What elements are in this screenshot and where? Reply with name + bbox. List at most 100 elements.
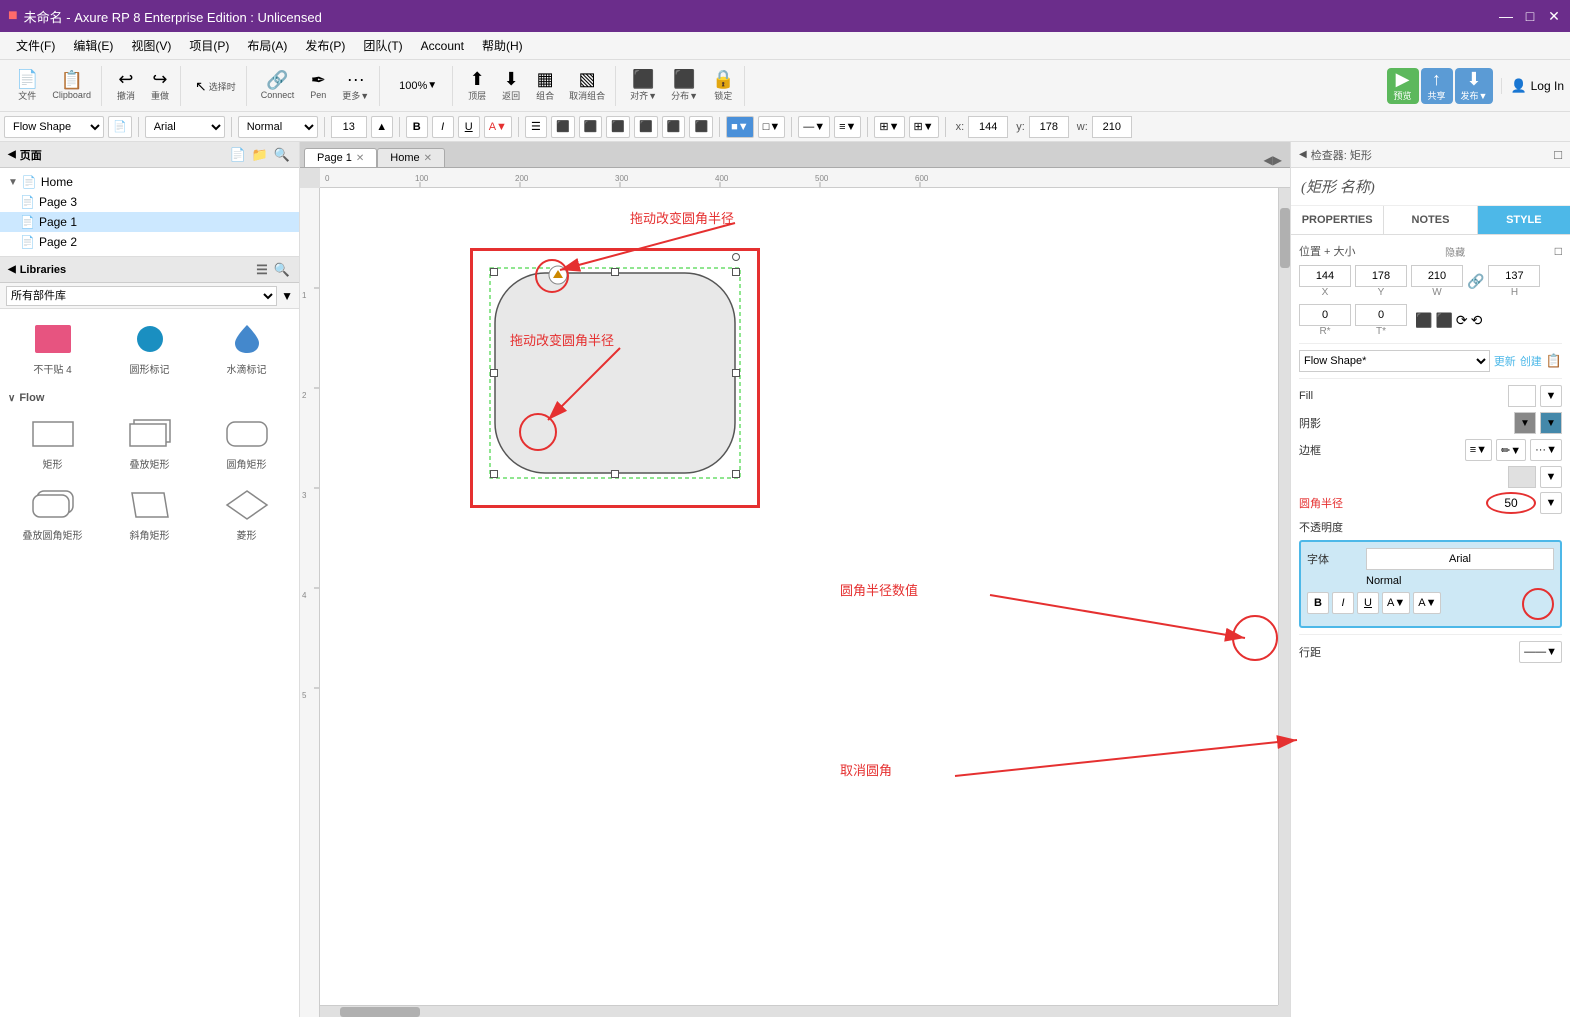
font-name-input[interactable]: [1366, 548, 1554, 570]
lock-button[interactable]: 🔒 锁定: [706, 68, 740, 104]
connect-button[interactable]: 🔗 Connect: [255, 68, 301, 104]
top-button[interactable]: ⬆ 顶层: [461, 68, 493, 104]
inspector-x-input[interactable]: [1299, 265, 1351, 287]
hide-toggle[interactable]: □: [1555, 244, 1562, 258]
inspector-r-input[interactable]: [1299, 304, 1351, 326]
canvas-tab-home[interactable]: Home ✕: [377, 148, 445, 167]
font-size-up[interactable]: ▲: [371, 116, 393, 138]
canvas-nav-btn[interactable]: ◀▶: [1264, 153, 1282, 167]
font-underline-btn[interactable]: U: [1357, 592, 1379, 614]
align-justify-btn[interactable]: ⬛: [634, 116, 658, 138]
inspector-h-input[interactable]: [1488, 265, 1540, 287]
menu-team[interactable]: 团队(T): [355, 34, 410, 57]
w-coord-input[interactable]: [1092, 116, 1132, 138]
inspector-t-input[interactable]: [1355, 304, 1407, 326]
inspector-y-input[interactable]: [1355, 265, 1407, 287]
flow-collapse-icon[interactable]: ∨: [8, 393, 15, 404]
lib-dropdown[interactable]: 所有部件库: [6, 286, 277, 306]
ungroup-button[interactable]: ▧ 取消组合: [563, 68, 611, 104]
lib-item-stack-round-rect[interactable]: 叠放圆角矩形: [8, 483, 97, 546]
menu-project[interactable]: 项目(P): [181, 34, 237, 57]
fill-swatch[interactable]: [1508, 385, 1536, 407]
lib-item-sticky[interactable]: 不干贴 4: [8, 317, 97, 380]
flip-v-icon[interactable]: ⬛: [1435, 312, 1452, 329]
menu-account[interactable]: Account: [413, 36, 472, 56]
clipboard-button[interactable]: 📋 Clipboard: [46, 68, 97, 104]
align-v-btn[interactable]: ⬛: [662, 116, 686, 138]
tab-properties[interactable]: PROPERTIES: [1291, 206, 1384, 234]
select-button[interactable]: ↖ 选择时: [189, 68, 242, 104]
v-scrollbar-thumb[interactable]: [1280, 208, 1290, 268]
shape-copy-icon[interactable]: 📋: [1546, 353, 1562, 369]
maximize-button[interactable]: □: [1522, 8, 1538, 24]
shadow-color-btn[interactable]: ▼: [1514, 412, 1536, 434]
font-color-swatch[interactable]: A▼: [1382, 592, 1410, 614]
style-select[interactable]: Normal: [238, 116, 318, 138]
back-button[interactable]: ⬇ 返回: [495, 68, 527, 104]
shape-container[interactable]: [485, 263, 745, 483]
group-button[interactable]: ▦ 组合: [529, 68, 561, 104]
preview-button[interactable]: ▶ 预览: [1387, 68, 1419, 104]
tree-page2[interactable]: 📄 Page 2: [0, 232, 299, 252]
shadow-color2-btn[interactable]: ▼: [1540, 412, 1562, 434]
title-controls[interactable]: — □ ✕: [1498, 8, 1562, 24]
lib-item-round-rect[interactable]: 圆角矩形: [202, 412, 291, 475]
tree-page3[interactable]: 📄 Page 3: [0, 192, 299, 212]
underline-btn[interactable]: U: [458, 116, 480, 138]
line-width-btn[interactable]: ≡▼: [834, 116, 861, 138]
distribute-button[interactable]: ⬛ 分布▼: [665, 68, 704, 104]
fill-dropdown-btn[interactable]: ▼: [1540, 385, 1562, 407]
border-fill-swatch[interactable]: [1508, 466, 1536, 488]
tab-notes[interactable]: NOTES: [1384, 206, 1477, 234]
menu-layout[interactable]: 布局(A): [239, 34, 295, 57]
corner-radius-input[interactable]: [1486, 492, 1536, 514]
bold-btn[interactable]: B: [406, 116, 428, 138]
pages-add[interactable]: 📄: [228, 146, 246, 164]
lock-aspect-icon[interactable]: 🔗: [1467, 273, 1484, 290]
lib-item-stack-rect[interactable]: 叠放矩形: [105, 412, 194, 475]
close-button[interactable]: ✕: [1546, 8, 1562, 24]
create-link[interactable]: 创建: [1520, 353, 1542, 369]
italic-btn[interactable]: I: [432, 116, 454, 138]
align-right-btn[interactable]: ⬛: [606, 116, 630, 138]
handle-bl[interactable]: [490, 470, 498, 478]
widget-icon-btn[interactable]: 📄: [108, 116, 132, 138]
lib-collapse[interactable]: ◀: [8, 264, 16, 275]
handle-br[interactable]: [732, 470, 740, 478]
pages-search[interactable]: 🔍: [273, 146, 291, 164]
border-color-btn[interactable]: ✏▼: [1496, 439, 1526, 461]
menu-file[interactable]: 文件(F): [8, 34, 63, 57]
tab-home-close[interactable]: ✕: [424, 153, 432, 164]
align-v2-btn[interactable]: ⬛: [689, 116, 713, 138]
inspector-collapse[interactable]: ◀: [1299, 149, 1307, 160]
handle-tl[interactable]: [490, 268, 498, 276]
lib-item-drop[interactable]: 水滴标记: [202, 317, 291, 380]
lib-item-rect[interactable]: 矩形: [8, 412, 97, 475]
canvas-tab-page1[interactable]: Page 1 ✕: [304, 148, 377, 167]
rotate-handle[interactable]: [732, 253, 740, 261]
font-italic-btn[interactable]: I: [1332, 592, 1354, 614]
border-width-btn[interactable]: ···▼: [1530, 439, 1562, 461]
new-button[interactable]: 📄 文件: [10, 68, 44, 104]
handle-mr[interactable]: [732, 369, 740, 377]
lib-menu[interactable]: ☰: [255, 261, 269, 279]
inspector-w-input[interactable]: [1411, 265, 1463, 287]
share-button[interactable]: ↑ 共享: [1421, 68, 1453, 104]
lib-item-diamond[interactable]: 菱形: [202, 483, 291, 546]
border-color-btn[interactable]: □▼: [758, 116, 786, 138]
menu-help[interactable]: 帮助(H): [474, 34, 531, 57]
zoom-select[interactable]: 100% ▼: [388, 68, 448, 104]
align-center-btn[interactable]: ⬛: [579, 116, 603, 138]
list-btn[interactable]: ☰: [525, 116, 547, 138]
canvas-surface[interactable]: 拖动改变圆角半径: [320, 188, 1278, 1005]
more-button[interactable]: ··· 更多▼: [336, 68, 375, 104]
font-select[interactable]: Arial: [145, 116, 225, 138]
undo-button[interactable]: ↩ 撤消: [110, 68, 142, 104]
lib-dropdown-btn[interactable]: ▼: [281, 289, 293, 303]
pages-folder[interactable]: 📁: [251, 146, 269, 164]
rotate-cw-icon[interactable]: ⟳: [1456, 312, 1468, 329]
lib-item-circle[interactable]: 圆形标记: [105, 317, 194, 380]
pages-collapse[interactable]: ◀: [8, 149, 16, 160]
redo-button[interactable]: ↪ 重做: [144, 68, 176, 104]
lineheight-dropdown[interactable]: ——▼: [1519, 641, 1562, 663]
